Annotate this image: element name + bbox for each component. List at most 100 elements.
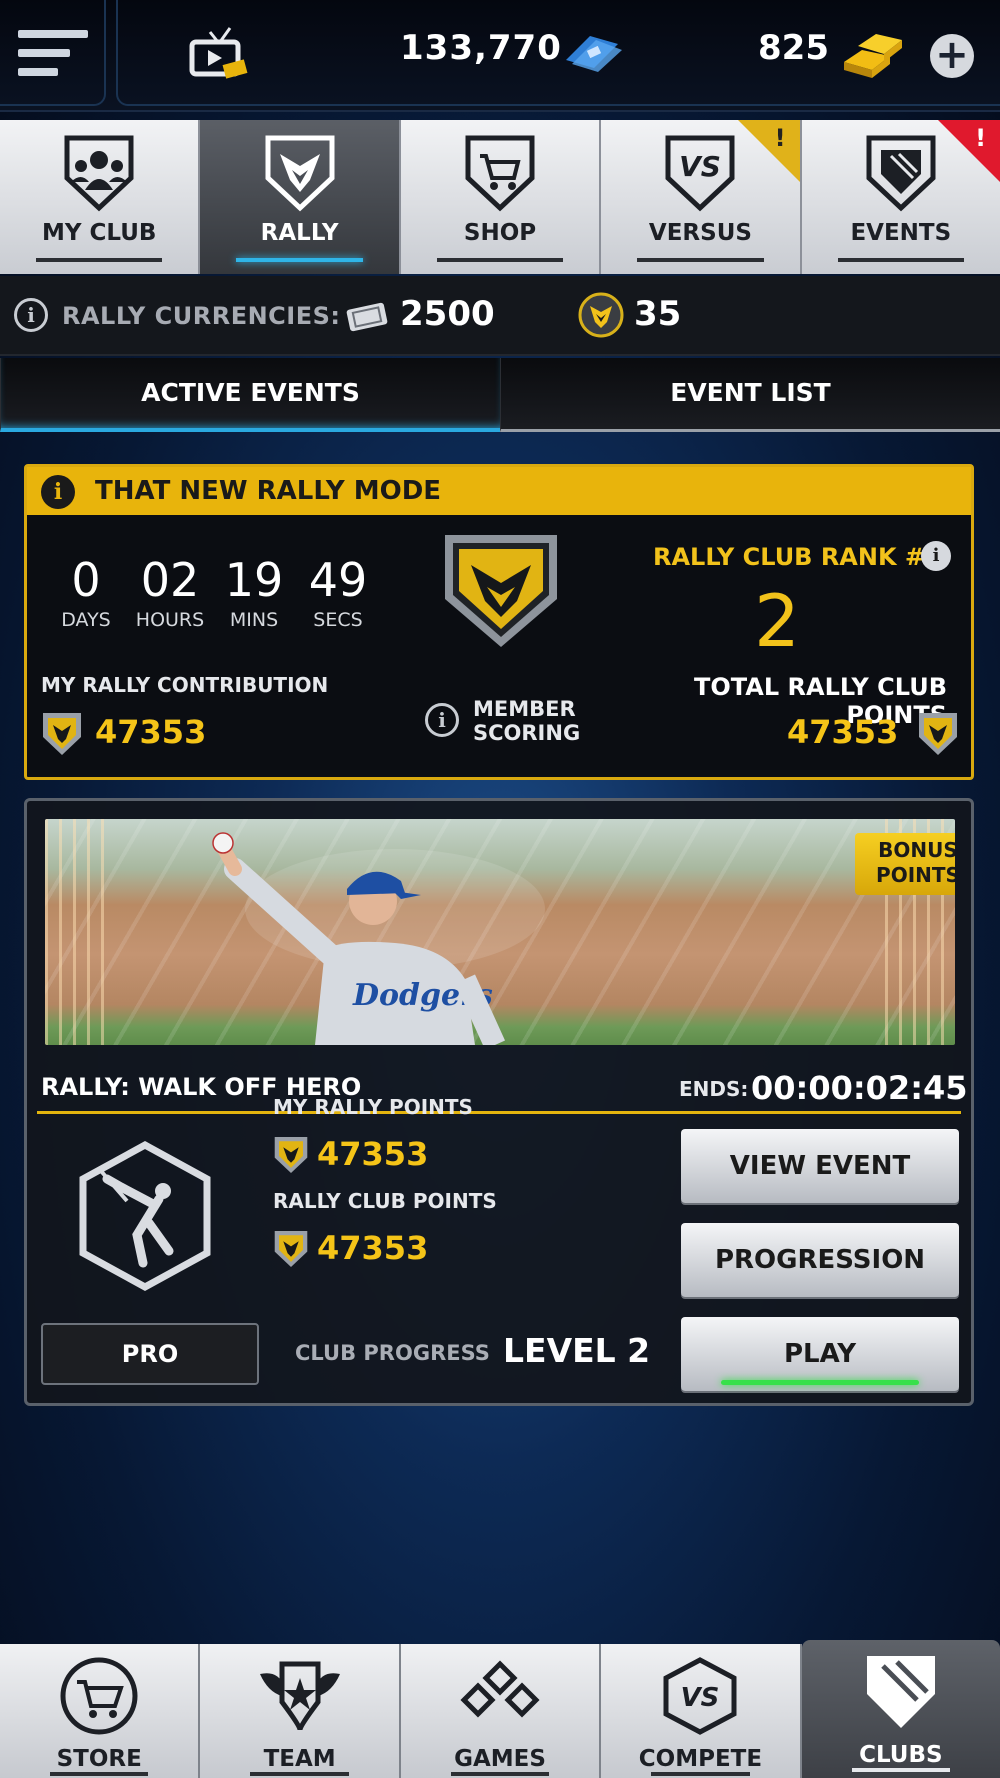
info-icon[interactable]: i xyxy=(921,541,951,571)
rally-card: Dodgers BONUS POINTS RALLY: WALK OFF HER… xyxy=(24,798,974,1406)
rally-currencies-bar: i RALLY CURRENCIES: 2500 35 xyxy=(0,276,1000,356)
play-button[interactable]: PLAY xyxy=(681,1317,959,1391)
tab-my-club[interactable]: MY CLUB xyxy=(0,120,201,274)
nav-team[interactable]: TEAM xyxy=(200,1644,401,1778)
timer-value: 49 xyxy=(308,553,368,607)
compete-vs-icon: VS xyxy=(663,1657,737,1735)
progression-button[interactable]: PROGRESSION xyxy=(681,1223,959,1297)
shop-cart-icon xyxy=(465,135,535,212)
event-header: i THAT NEW RALLY MODE xyxy=(27,467,971,515)
rally-ticket-icon xyxy=(346,302,388,332)
tab-rally[interactable]: RALLY xyxy=(200,120,401,274)
rally-points-icon xyxy=(919,713,957,755)
tab-underline xyxy=(236,258,363,262)
rally-points-icon xyxy=(274,1137,308,1173)
timer-value: 02 xyxy=(140,553,200,607)
info-icon[interactable]: i xyxy=(425,703,459,737)
versus-icon: VS xyxy=(665,135,735,212)
gold-bars-icon xyxy=(844,34,902,78)
tab-event-list[interactable]: EVENT LIST xyxy=(500,358,1000,432)
nav-compete[interactable]: VS COMPETE xyxy=(601,1644,802,1778)
nav-label: STORE xyxy=(56,1746,142,1772)
tab-underline xyxy=(837,258,965,262)
top-header: 133,770 825 + xyxy=(0,0,1000,112)
timer-days: 0 DAYS xyxy=(41,555,131,631)
rally-points-icon xyxy=(274,1231,308,1267)
store-cart-icon xyxy=(60,1657,138,1735)
member-scoring-line: SCORING xyxy=(473,721,581,745)
rank-label: RALLY CLUB RANK # xyxy=(653,543,926,571)
tab-versus[interactable]: VS ! VERSUS xyxy=(601,120,802,274)
currencies-label: RALLY CURRENCIES: xyxy=(62,302,341,330)
difficulty-button[interactable]: PRO xyxy=(41,1323,259,1385)
tab-label: RALLY xyxy=(260,220,339,246)
video-reward-icon[interactable] xyxy=(188,22,250,84)
walk-off-hero-icon xyxy=(79,1141,211,1291)
play-glow xyxy=(721,1380,919,1385)
total-points-value: 47353 xyxy=(787,713,899,751)
info-icon[interactable]: i xyxy=(41,475,75,509)
alert-mark: ! xyxy=(975,124,987,152)
nav-clubs[interactable]: CLUBS xyxy=(801,1640,1000,1778)
tab-underline xyxy=(36,258,163,262)
nav-label: TEAM xyxy=(263,1746,336,1772)
nav-underline xyxy=(651,1772,750,1776)
nav-label: CLUBS xyxy=(859,1742,943,1768)
coins-count: 133,770 xyxy=(400,28,562,68)
rally-points-icon xyxy=(43,713,81,755)
member-scoring-label: MEMBER SCORING xyxy=(473,697,580,745)
club-members-icon xyxy=(64,135,134,212)
pitcher-image: Dodgers xyxy=(212,832,545,1045)
nav-games[interactable]: GAMES xyxy=(400,1644,602,1778)
tab-underline xyxy=(637,258,764,262)
timer-mins: 19 MINS xyxy=(209,555,299,631)
tab-label: MY CLUB xyxy=(41,220,157,246)
my-points-value: 47353 xyxy=(317,1135,429,1173)
club-progress-level: LEVEL 2 xyxy=(503,1331,651,1370)
badge-count: 35 xyxy=(634,294,682,334)
rank-value: 2 xyxy=(754,579,800,663)
club-tabs: MY CLUB RALLY SHOP VS ! VERSUS ! EVENTS xyxy=(0,120,1000,274)
tab-active-events[interactable]: ACTIVE EVENTS xyxy=(0,358,500,432)
nav-label: COMPETE xyxy=(638,1746,763,1772)
timer-secs: 49 SECS xyxy=(293,555,383,631)
event-subtabs: ACTIVE EVENTS EVENT LIST xyxy=(0,358,1000,432)
ends-countdown: 00:00:02:45 xyxy=(751,1069,968,1107)
divider xyxy=(37,1111,961,1114)
view-event-button[interactable]: VIEW EVENT xyxy=(681,1129,959,1203)
nav-store[interactable]: STORE xyxy=(0,1644,201,1778)
nav-underline xyxy=(50,1772,149,1776)
rally-badge-icon xyxy=(578,292,624,338)
tab-label: EVENTS xyxy=(850,220,952,246)
info-icon[interactable]: i xyxy=(14,298,48,332)
menu-icon[interactable] xyxy=(18,30,88,78)
rally-logo-icon xyxy=(445,535,557,647)
timer-unit: SECS xyxy=(313,609,363,631)
tab-shop[interactable]: SHOP xyxy=(400,120,602,274)
nav-underline xyxy=(250,1772,349,1776)
bottom-navigation: STORE TEAM GAMES VS COMPETE CLUBS xyxy=(0,1640,1000,1778)
rally-shield-icon xyxy=(265,135,335,212)
tab-events[interactable]: ! EVENTS xyxy=(801,120,1000,274)
tab-underline xyxy=(436,258,564,262)
nav-underline xyxy=(851,1768,951,1772)
member-scoring-line: MEMBER xyxy=(473,697,576,721)
timer-unit: HOURS xyxy=(135,609,205,631)
nav-label: GAMES xyxy=(454,1746,546,1772)
active-event-card: i THAT NEW RALLY MODE 0 DAYS 02 HOURS 19… xyxy=(24,464,974,780)
gold-count: 825 xyxy=(758,28,829,68)
rally-hero-image[interactable]: Dodgers BONUS POINTS xyxy=(45,819,955,1045)
games-diamonds-icon xyxy=(460,1660,540,1718)
club-points-label: RALLY CLUB POINTS xyxy=(273,1189,497,1213)
timer-value: 0 xyxy=(71,553,101,607)
ends-label: ENDS: xyxy=(679,1077,749,1101)
hero-frame-left xyxy=(45,819,115,1045)
svg-text:VS: VS xyxy=(680,150,722,183)
add-gold-button[interactable]: + xyxy=(930,34,974,78)
alert-flag xyxy=(938,120,1000,182)
ticket-count: 2500 xyxy=(400,294,495,334)
stubs-icon xyxy=(566,36,622,72)
bonus-line: POINTS xyxy=(876,863,955,887)
bonus-line: BONUS xyxy=(878,838,955,862)
play-label: PLAY xyxy=(783,1339,857,1369)
